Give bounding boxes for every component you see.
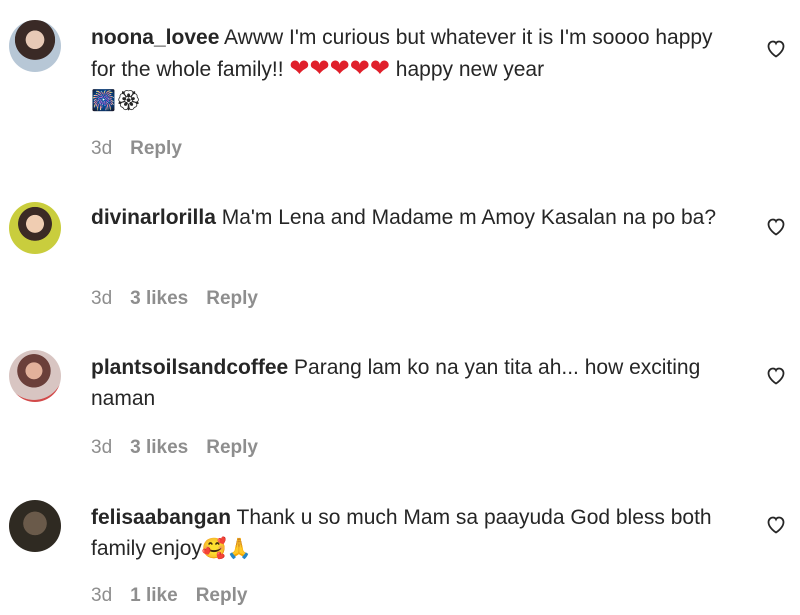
like-heart-icon[interactable] (764, 214, 788, 238)
comment-meta: 3d 1 like Reply (91, 585, 247, 607)
user-avatar[interactable] (9, 20, 61, 72)
comment-item: divinarlorilla Ma'm Lena and Madame m Am… (0, 170, 800, 320)
fireworks-emoji: 🎆🏵 (91, 88, 142, 112)
user-avatar[interactable] (9, 350, 61, 402)
comment-username[interactable]: divinarlorilla (91, 206, 216, 229)
comment-time: 3d (91, 437, 113, 458)
comment-username[interactable]: felisaabangan (91, 506, 231, 529)
comment-body: noona_lovee Awww I'm curious but whateve… (91, 22, 731, 116)
comment-text: Ma'm Lena and Madame m Amoy Kasalan na p… (215, 206, 717, 229)
comment-time: 3d (91, 138, 113, 159)
reply-button[interactable]: Reply (196, 585, 248, 607)
smile-pray-emoji: 🥰🙏 (201, 536, 252, 560)
comment-meta: 3d Reply (91, 138, 182, 160)
comment-meta: 3d 3 likes Reply (91, 288, 258, 310)
hearts-emoji: ❤❤❤❤❤ (289, 55, 390, 82)
likes-count[interactable]: 1 like (130, 585, 178, 607)
comment-body: divinarlorilla Ma'm Lena and Madame m Am… (91, 202, 731, 233)
comment-item: plantsoilsandcoffee Parang lam ko na yan… (0, 320, 800, 470)
comment-item: felisaabangan Thank u so much Mam sa paa… (0, 470, 800, 615)
comment-time: 3d (91, 288, 113, 309)
like-heart-icon[interactable] (764, 512, 788, 536)
like-heart-icon[interactable] (764, 36, 788, 60)
reply-button[interactable]: Reply (206, 437, 258, 459)
reply-button[interactable]: Reply (206, 288, 258, 310)
comment-body: plantsoilsandcoffee Parang lam ko na yan… (91, 352, 731, 414)
like-heart-icon[interactable] (764, 363, 788, 387)
user-avatar[interactable] (9, 202, 61, 254)
comment-time: 3d (91, 585, 113, 606)
user-avatar[interactable] (9, 500, 61, 552)
comment-meta: 3d 3 likes Reply (91, 437, 258, 459)
comment-item: noona_lovee Awww I'm curious but whateve… (0, 0, 800, 170)
likes-count[interactable]: 3 likes (130, 288, 188, 310)
likes-count[interactable]: 3 likes (130, 437, 188, 459)
comment-text-continued: happy new year (389, 58, 545, 81)
comment-username[interactable]: noona_lovee (91, 26, 219, 49)
reply-button[interactable]: Reply (130, 138, 182, 160)
comment-username[interactable]: plantsoilsandcoffee (91, 356, 288, 379)
comment-body: felisaabangan Thank u so much Mam sa paa… (91, 502, 731, 564)
